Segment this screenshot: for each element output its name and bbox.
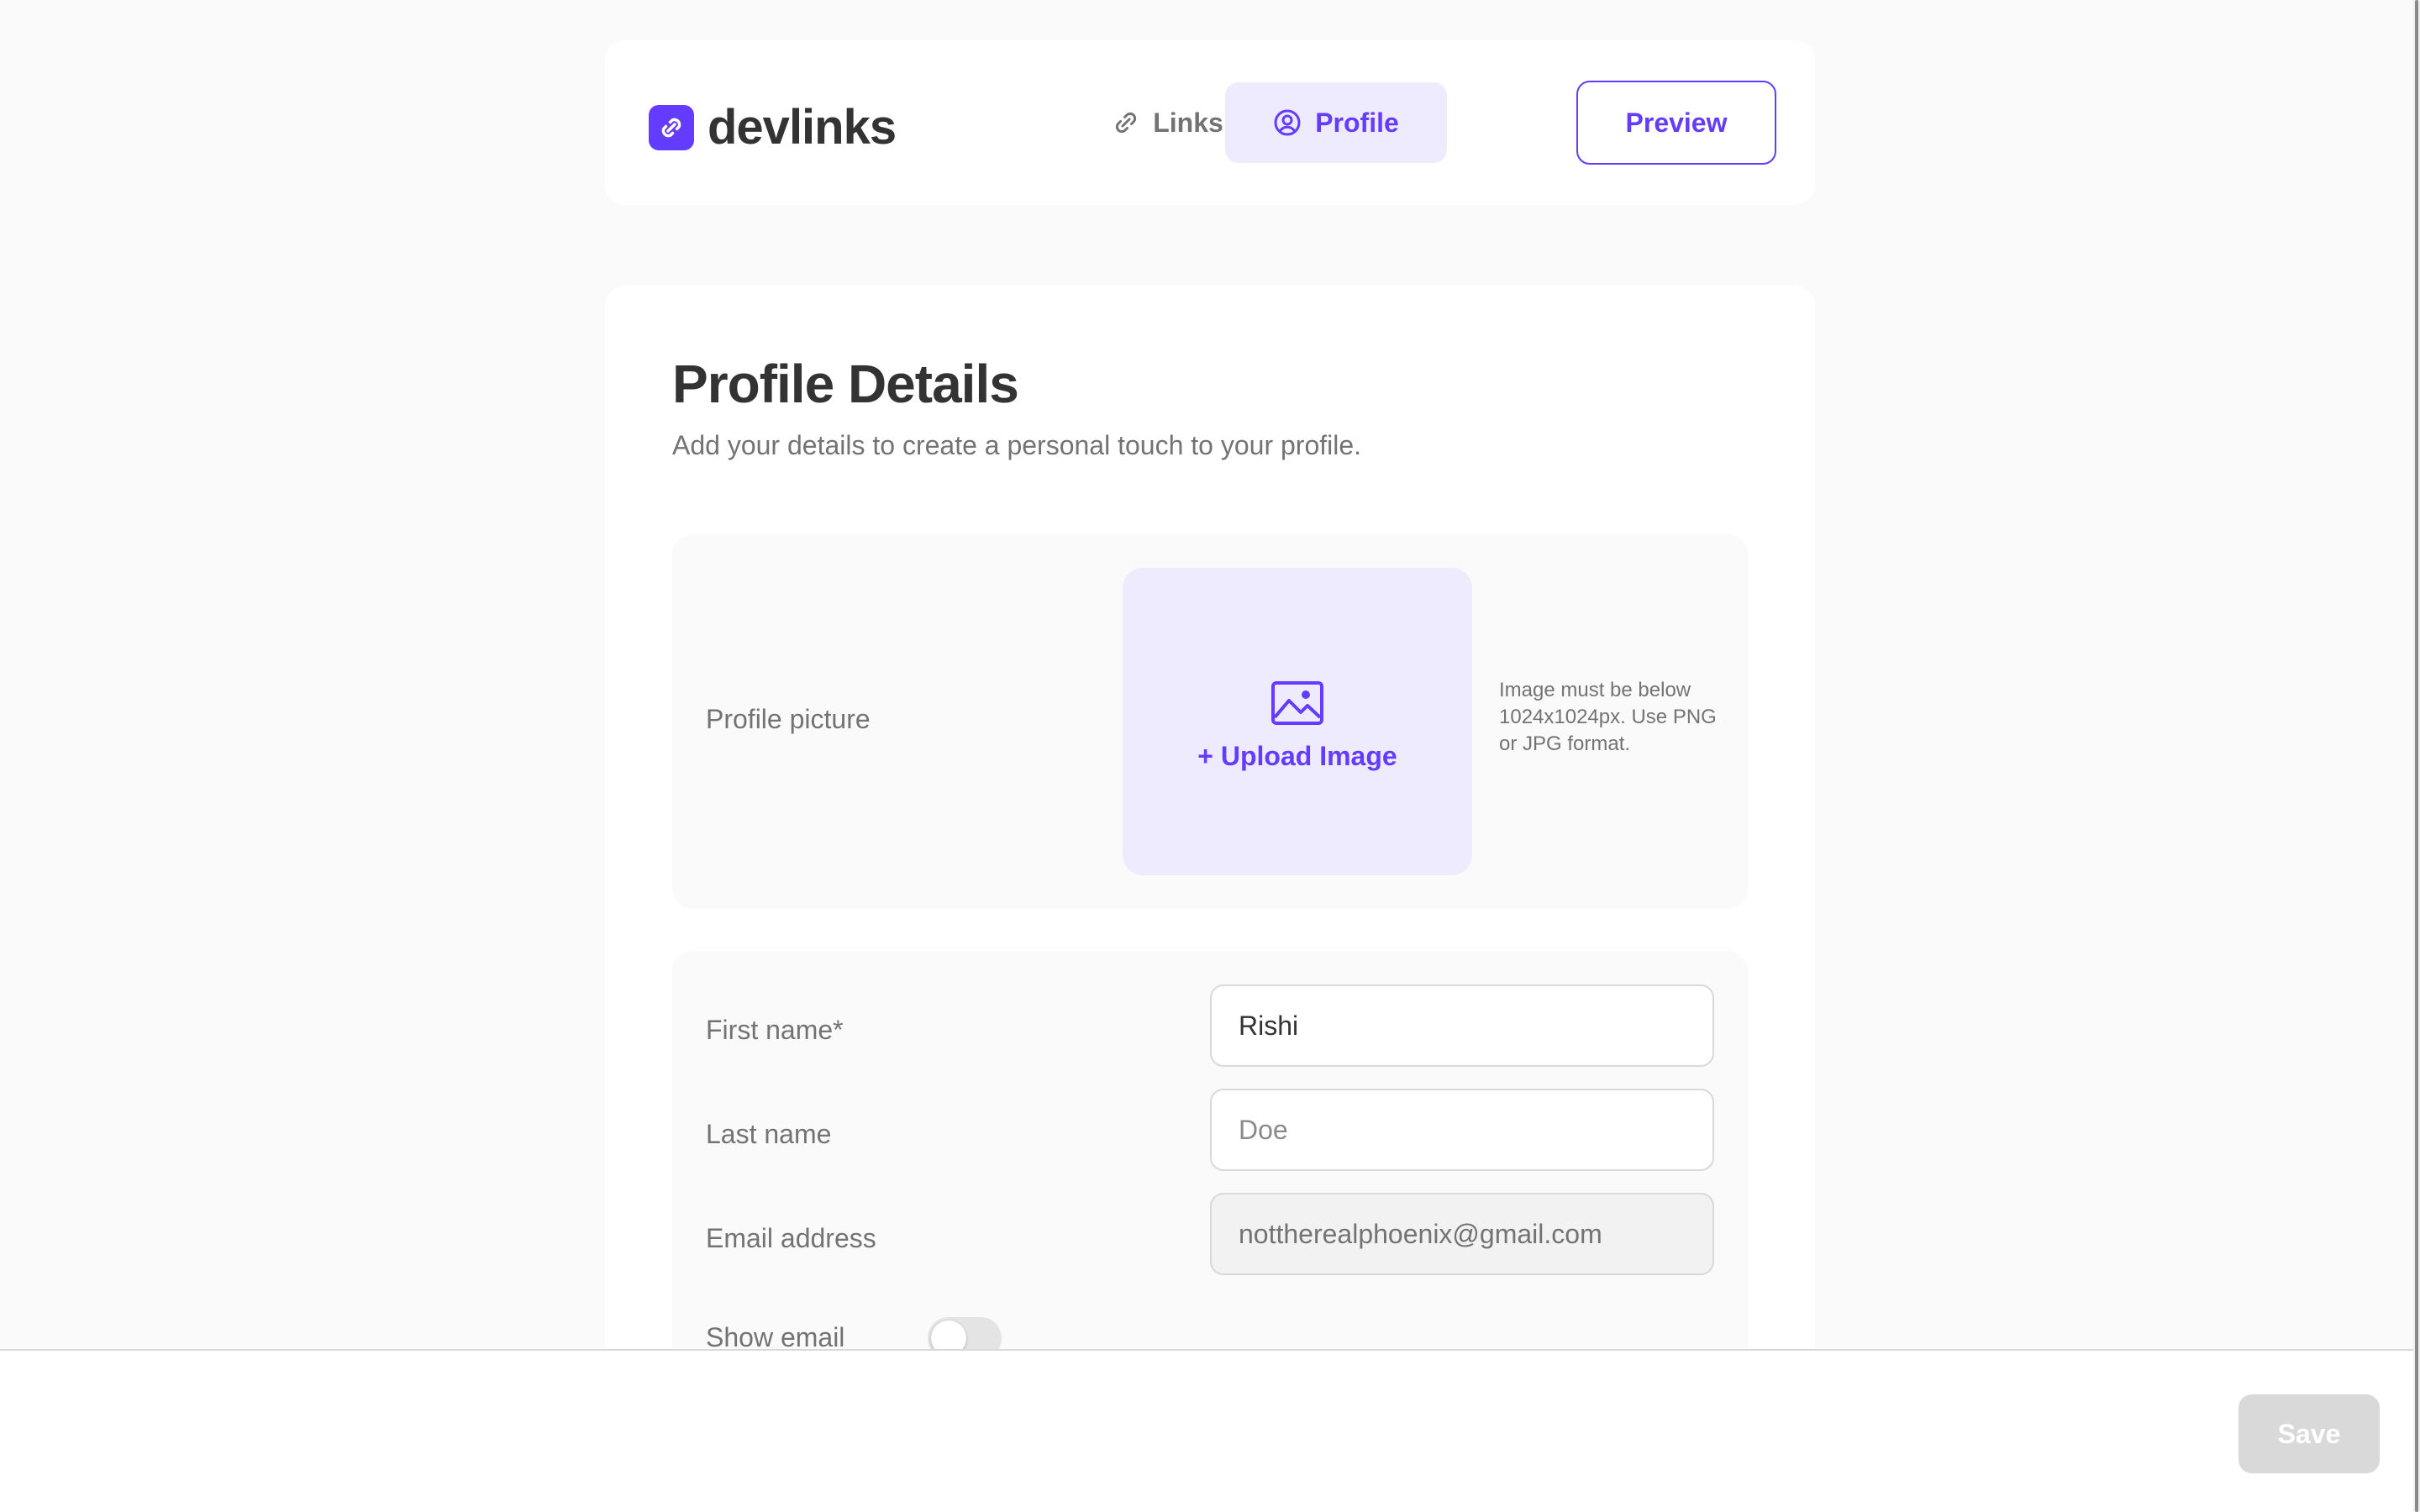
first-name-label: First name* bbox=[706, 1015, 844, 1045]
tab-profile-label: Profile bbox=[1315, 107, 1399, 138]
page-subtitle: Add your details to create a personal to… bbox=[672, 430, 1362, 460]
chain-logo-icon bbox=[649, 104, 694, 150]
profile-picture-label: Profile picture bbox=[706, 704, 871, 734]
link-icon bbox=[1113, 109, 1139, 136]
profile-picture-section: Profile picture + Upload Image Image mus… bbox=[672, 534, 1748, 909]
image-icon bbox=[1270, 680, 1324, 726]
upload-hint: Image must be below 1024x1024px. Use PNG… bbox=[1499, 679, 1717, 755]
upload-image-button[interactable]: + Upload Image bbox=[1123, 568, 1472, 875]
preview-button[interactable]: Preview bbox=[1576, 81, 1776, 165]
user-circle-icon bbox=[1273, 108, 1302, 137]
app-name: devlinks bbox=[708, 100, 897, 155]
email-label: Email address bbox=[706, 1223, 876, 1253]
upload-image-label: + Upload Image bbox=[1197, 740, 1397, 771]
scrollbar[interactable] bbox=[2413, 0, 2420, 1512]
last-name-field[interactable] bbox=[1210, 1089, 1714, 1171]
page-title: Profile Details bbox=[672, 354, 1019, 414]
page: devlinks Links Profile Preview Profile D… bbox=[0, 0, 2420, 1512]
save-button[interactable]: Save bbox=[2238, 1394, 2380, 1473]
scrollbar-thumb[interactable] bbox=[2415, 0, 2418, 1512]
last-name-label: Last name bbox=[706, 1119, 832, 1149]
top-nav: devlinks Links Profile Preview bbox=[605, 40, 1815, 205]
first-name-field[interactable] bbox=[1210, 984, 1714, 1067]
tab-profile[interactable]: Profile bbox=[1225, 82, 1447, 163]
footer-bar: Save bbox=[0, 1349, 2413, 1512]
logo: devlinks bbox=[649, 99, 897, 155]
profile-card: Profile Details Add your details to crea… bbox=[605, 286, 1815, 1512]
email-field bbox=[1210, 1193, 1714, 1275]
tab-links-label: Links bbox=[1153, 107, 1223, 138]
